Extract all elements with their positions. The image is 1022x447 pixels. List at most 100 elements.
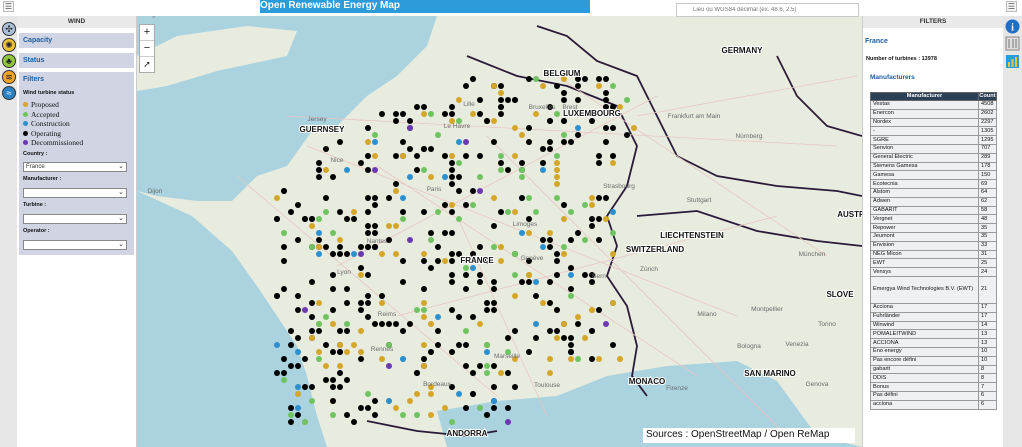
turbine-marker[interactable]: [449, 419, 455, 425]
turbine-marker[interactable]: [428, 321, 434, 327]
operator-select[interactable]: ⌄: [23, 239, 127, 250]
turbine-marker[interactable]: [470, 370, 476, 376]
table-header[interactable]: Count: [978, 92, 997, 101]
turbine-marker[interactable]: [428, 146, 434, 152]
turbine-marker[interactable]: [519, 160, 525, 166]
turbine-marker[interactable]: [442, 153, 448, 159]
turbine-marker[interactable]: [554, 335, 560, 341]
turbine-marker[interactable]: [582, 237, 588, 243]
turbine-marker[interactable]: [309, 300, 315, 306]
country-select[interactable]: France ⌄: [23, 161, 127, 172]
table-row[interactable]: NEG Micon 31: [869, 249, 997, 260]
turbine-marker[interactable]: [575, 314, 581, 320]
turbine-marker[interactable]: [610, 153, 616, 159]
turbine-marker[interactable]: [463, 265, 469, 271]
turbine-marker[interactable]: [603, 139, 609, 145]
turbine-marker[interactable]: [274, 342, 280, 348]
turbine-marker[interactable]: [589, 307, 595, 313]
turbine-marker[interactable]: [428, 111, 434, 117]
turbine-marker[interactable]: [435, 244, 441, 250]
turbine-marker[interactable]: [372, 132, 378, 138]
turbine-marker[interactable]: [512, 272, 518, 278]
turbine-marker[interactable]: [603, 97, 609, 103]
right-menu-icon[interactable]: ☰: [1006, 1, 1017, 12]
turbine-marker[interactable]: [358, 328, 364, 334]
turbine-marker[interactable]: [421, 356, 427, 362]
turbine-marker[interactable]: [365, 223, 371, 229]
turbine-marker[interactable]: [547, 146, 553, 152]
table-row[interactable]: GABARIT 58: [869, 205, 997, 216]
turbine-marker[interactable]: [596, 76, 602, 82]
turbine-marker[interactable]: [456, 160, 462, 166]
turbine-marker[interactable]: [568, 286, 574, 292]
turbine-marker[interactable]: [393, 405, 399, 411]
search-input[interactable]: [676, 3, 859, 17]
turbine-marker[interactable]: [498, 153, 504, 159]
turbine-marker[interactable]: [365, 391, 371, 397]
turbine-marker[interactable]: [568, 272, 574, 278]
turbine-marker[interactable]: [281, 377, 287, 383]
turbine-marker[interactable]: [477, 279, 483, 285]
turbine-marker[interactable]: [561, 97, 567, 103]
turbine-marker[interactable]: [463, 139, 469, 145]
turbine-marker[interactable]: [540, 300, 546, 306]
turbine-marker[interactable]: [393, 181, 399, 187]
turbine-marker[interactable]: [456, 97, 462, 103]
turbine-marker[interactable]: [540, 146, 546, 152]
turbine-marker[interactable]: [547, 244, 553, 250]
turbine-marker[interactable]: [491, 363, 497, 369]
turbine-marker[interactable]: [309, 216, 315, 222]
turbine-marker[interactable]: [568, 293, 574, 299]
turbine-marker[interactable]: [505, 405, 511, 411]
turbine-marker[interactable]: [526, 230, 532, 236]
turbine-marker[interactable]: [358, 160, 364, 166]
turbine-marker[interactable]: [561, 216, 567, 222]
turbine-marker[interactable]: [505, 167, 511, 173]
left-menu-icon[interactable]: ☰: [3, 1, 14, 12]
turbine-marker[interactable]: [330, 174, 336, 180]
turbine-marker[interactable]: [414, 153, 420, 159]
turbine-marker[interactable]: [484, 349, 490, 355]
turbine-marker[interactable]: [316, 328, 322, 334]
info-icon[interactable]: i: [1005, 19, 1020, 34]
zoom-out-button[interactable]: −: [140, 41, 154, 57]
turbine-marker[interactable]: [603, 125, 609, 131]
turbine-marker[interactable]: [568, 356, 574, 362]
turbine-marker[interactable]: [288, 342, 294, 348]
turbine-marker[interactable]: [596, 83, 602, 89]
turbine-marker[interactable]: [554, 195, 560, 201]
turbine-marker[interactable]: [512, 328, 518, 334]
turbine-marker[interactable]: [358, 251, 364, 257]
turbine-marker[interactable]: [344, 377, 350, 383]
turbine-marker[interactable]: [582, 335, 588, 341]
turbine-marker[interactable]: [554, 153, 560, 159]
marine-icon[interactable]: ≈: [2, 86, 16, 100]
turbine-marker[interactable]: [512, 293, 518, 299]
turbine-marker[interactable]: [442, 174, 448, 180]
turbine-marker[interactable]: [344, 167, 350, 173]
turbine-marker[interactable]: [589, 195, 595, 201]
turbine-marker[interactable]: [484, 118, 490, 124]
turbine-marker[interactable]: [582, 202, 588, 208]
turbine-marker[interactable]: [449, 258, 455, 264]
turbine-marker[interactable]: [316, 321, 322, 327]
turbine-marker[interactable]: [631, 125, 637, 131]
turbine-marker[interactable]: [337, 139, 343, 145]
turbine-marker[interactable]: [358, 244, 364, 250]
turbine-marker[interactable]: [449, 111, 455, 117]
turbine-marker[interactable]: [435, 132, 441, 138]
turbine-marker[interactable]: [288, 405, 294, 411]
turbine-marker[interactable]: [456, 216, 462, 222]
turbine-marker[interactable]: [316, 349, 322, 355]
turbine-marker[interactable]: [365, 293, 371, 299]
turbine-marker[interactable]: [330, 321, 336, 327]
turbine-marker[interactable]: [491, 244, 497, 250]
turbine-marker[interactable]: [533, 111, 539, 117]
turbine-marker[interactable]: [533, 321, 539, 327]
turbine-marker[interactable]: [302, 419, 308, 425]
turbine-marker[interactable]: [533, 293, 539, 299]
turbine-marker[interactable]: [603, 216, 609, 222]
turbine-marker[interactable]: [386, 398, 392, 404]
table-row[interactable]: Senvion 707: [869, 143, 997, 154]
turbine-marker[interactable]: [372, 153, 378, 159]
